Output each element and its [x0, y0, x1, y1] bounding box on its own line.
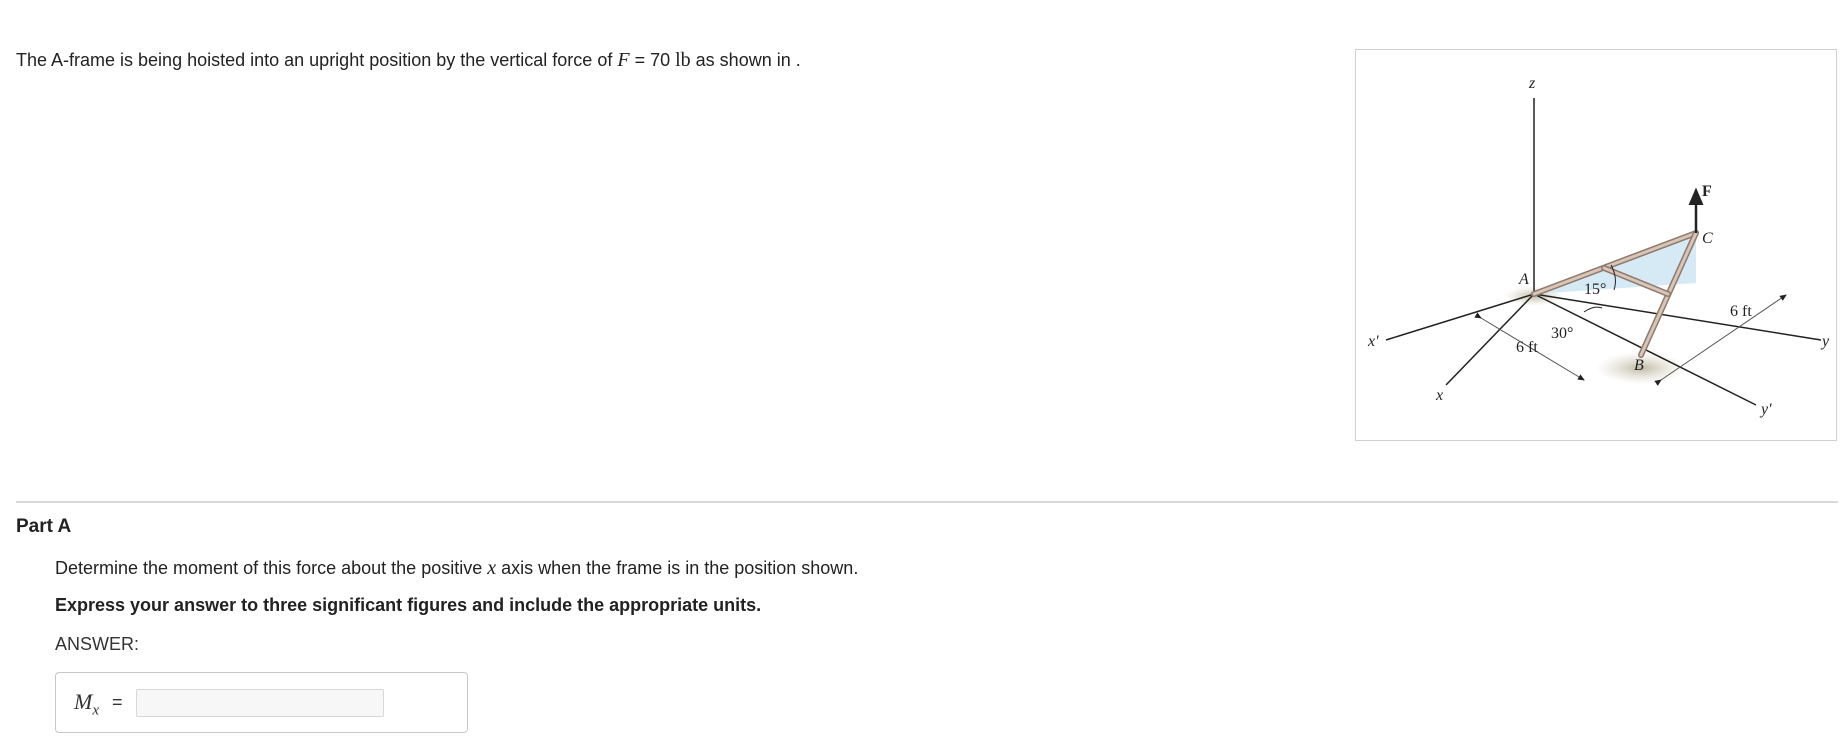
question-after: axis when the frame is in the position s… — [496, 558, 859, 578]
answer-variable: Mx — [74, 689, 99, 719]
section-divider — [16, 501, 1838, 503]
question-var: x — [487, 557, 497, 579]
answer-var-main: M — [74, 689, 93, 714]
answer-input[interactable] — [136, 689, 384, 717]
label-z: z — [1528, 75, 1536, 92]
label-c: C — [1702, 230, 1713, 247]
a-frame-diagram: z x x′ y y′ A B C F 15° 30° 6 ft 6 ft — [1367, 75, 1830, 418]
answer-instruction: Express your answer to three significant… — [55, 595, 762, 615]
label-dim-left: 6 ft — [1516, 339, 1538, 356]
problem-statement: The A-frame is being hoisted into an upr… — [16, 48, 1316, 72]
answer-box: Mx = — [55, 672, 468, 733]
problem-text-after: as shown in . — [690, 50, 801, 70]
part-title: Part A — [16, 516, 72, 537]
problem-text-before: The A-frame is being hoisted into an upr… — [16, 50, 618, 70]
problem-equals: = 70 — [629, 50, 676, 70]
question-before: Determine the moment of this force about… — [55, 558, 488, 578]
label-y: y — [1820, 333, 1830, 350]
label-x: x — [1435, 387, 1443, 404]
label-y-prime: y′ — [1759, 401, 1772, 418]
force-symbol: F — [617, 49, 630, 71]
label-angle-30: 30° — [1551, 325, 1573, 342]
a-frame-figure: z x x′ y y′ A B C F 15° 30° 6 ft 6 ft — [1355, 49, 1837, 441]
label-angle-15: 15° — [1584, 281, 1606, 298]
answer-var-sub: x — [92, 702, 99, 719]
answer-label: ANSWER: — [55, 634, 140, 654]
part-question: Determine the moment of this force about… — [55, 556, 858, 580]
arc-30 — [1583, 306, 1603, 313]
label-dim-right: 6 ft — [1730, 303, 1752, 320]
label-b: B — [1634, 357, 1644, 374]
answer-equals: = — [112, 692, 123, 712]
dim-line-right — [1654, 294, 1787, 386]
label-a: A — [1518, 271, 1529, 288]
force-unit: lb — [675, 49, 691, 71]
label-f: F — [1702, 183, 1712, 200]
label-x-prime: x′ — [1367, 333, 1379, 350]
